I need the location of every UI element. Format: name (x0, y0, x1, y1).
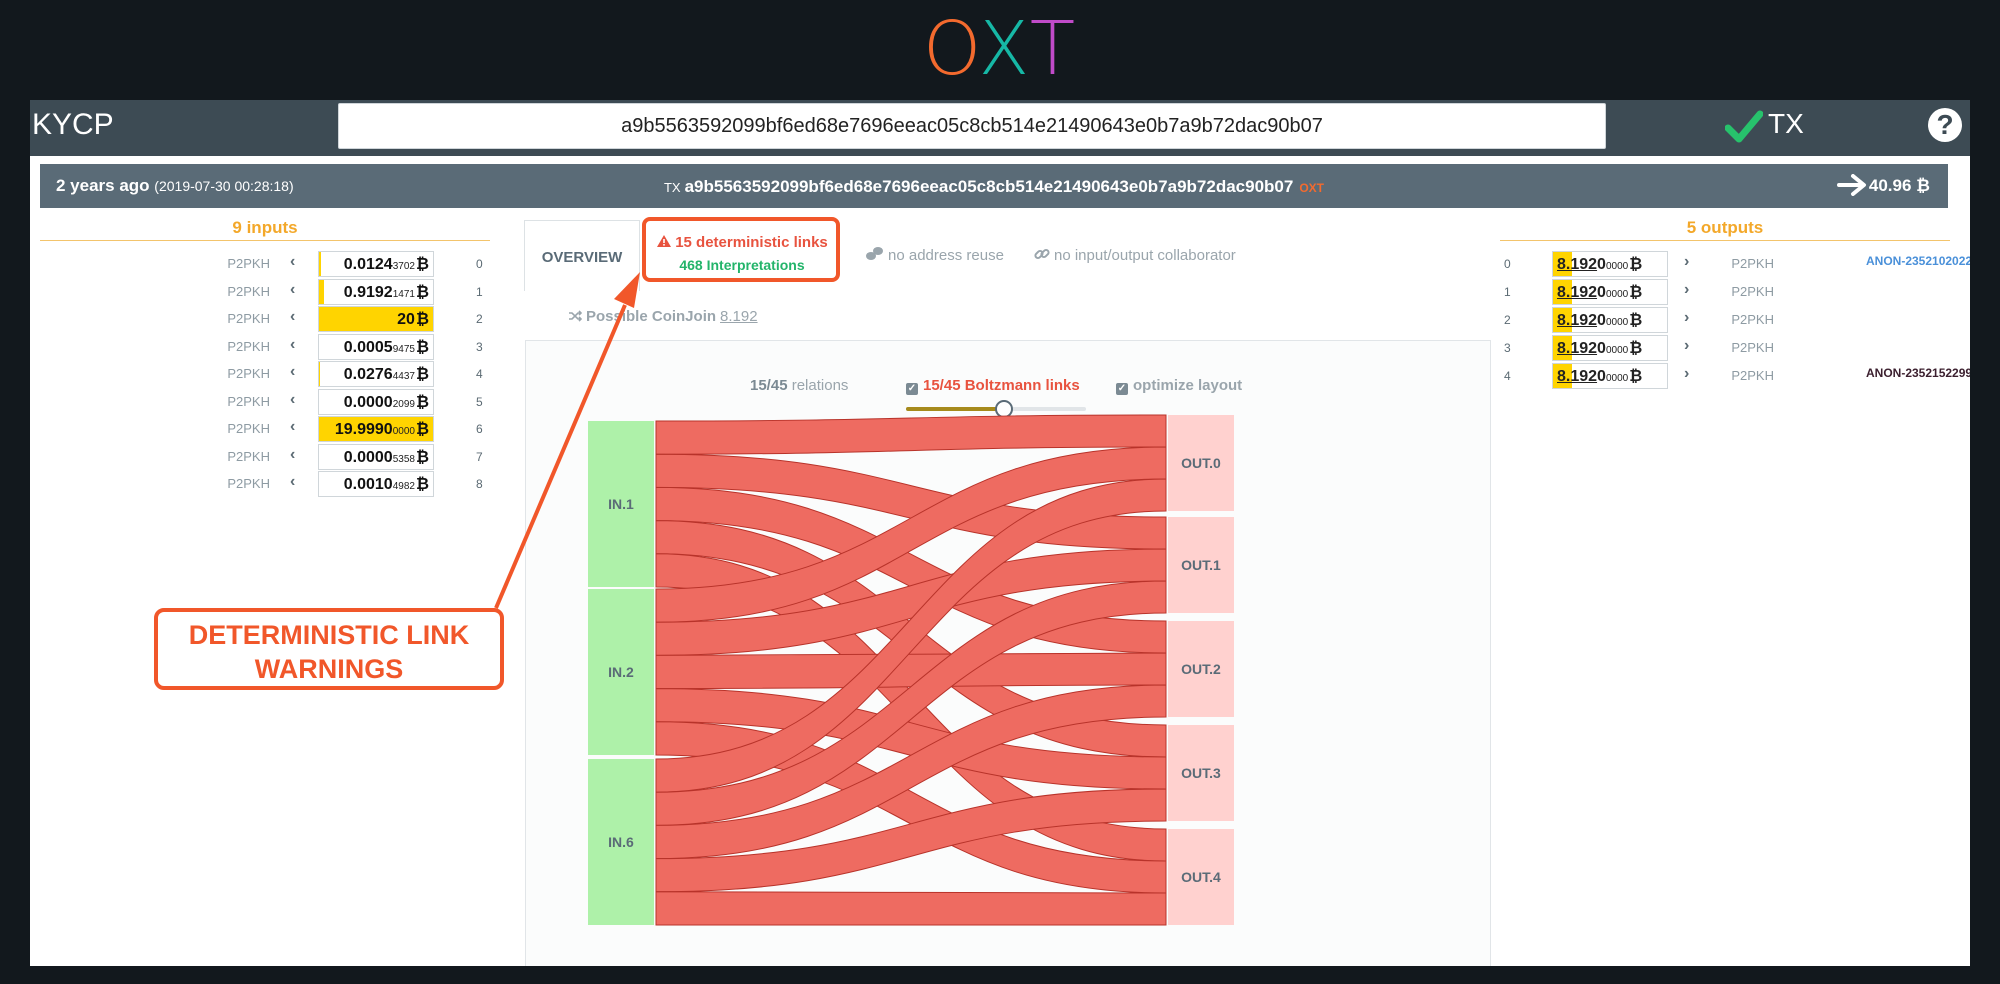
deterministic-link-warnings-callout: DETERMINISTIC LINK WARNINGS (154, 608, 504, 690)
callout-arrow (494, 272, 640, 609)
